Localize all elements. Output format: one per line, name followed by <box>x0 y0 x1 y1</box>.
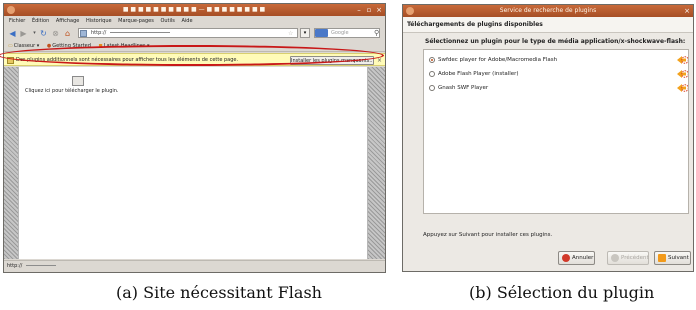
url-text: http:// <box>91 30 107 36</box>
plugin-prompt: Sélectionnez un plugin pour le type de m… <box>425 38 686 45</box>
reload-icon[interactable]: ↻ <box>39 29 48 38</box>
bookmark-star-icon[interactable]: ☆ <box>288 30 293 37</box>
window-menu-icon[interactable] <box>7 6 15 14</box>
maximize-icon[interactable]: ▫ <box>365 6 373 14</box>
next-label: Suivant <box>668 255 689 261</box>
menu-help[interactable]: Aide <box>181 18 192 24</box>
radio-unselected[interactable] <box>429 71 435 77</box>
url-redaction <box>109 32 170 33</box>
status-bar: http:// <box>4 260 385 272</box>
install-arrow-icon <box>677 56 688 64</box>
menu-file[interactable]: Fichier <box>9 18 25 24</box>
plugin-option-adobe[interactable]: Adobe Flash Player (installer) <box>429 68 669 80</box>
caption-a: (a) Site nécessitant Flash <box>116 283 322 302</box>
cancel-button[interactable]: Annuler <box>558 251 595 265</box>
previous-arrow-icon <box>611 254 619 262</box>
menu-history[interactable]: Historique <box>86 18 112 24</box>
plugin-option-swfdec[interactable]: Swfdec player for Adobe/Macromedia Flash <box>429 54 669 66</box>
stop-icon[interactable]: ⊗ <box>51 29 60 38</box>
home-icon[interactable]: ⌂ <box>63 29 72 38</box>
next-arrow-icon <box>658 254 666 262</box>
dialog-title: Service de recherche de plugins <box>499 7 597 14</box>
plugin-placeholder-text[interactable]: Cliquez ici pour télécharger le plugin. <box>25 87 165 96</box>
folder-icon: ▭ <box>8 43 13 49</box>
search-icon[interactable]: ⚲ <box>374 29 379 38</box>
menu-bookmarks[interactable]: Marque-pages <box>118 18 154 24</box>
plugin-option-label: Adobe Flash Player (installer) <box>438 71 519 77</box>
previous-label: Précédent <box>621 255 649 261</box>
next-button[interactable]: Suivant <box>654 251 691 265</box>
previous-button[interactable]: Précédent <box>607 251 649 265</box>
caption-b: (b) Sélection du plugin <box>469 283 655 302</box>
install-arrow-icon <box>677 84 688 92</box>
minimize-icon[interactable]: – <box>355 6 363 14</box>
menu-tools[interactable]: Outils <box>160 18 174 24</box>
page-background-right <box>368 67 385 259</box>
window-menu-icon[interactable] <box>406 7 414 15</box>
forward-icon[interactable]: ▶ <box>19 29 28 38</box>
close-icon[interactable]: × <box>375 6 383 14</box>
dialog-titlebar: Service de recherche de plugins × <box>403 5 693 17</box>
back-icon[interactable]: ◀ <box>8 29 17 38</box>
bookmark-classeur[interactable]: Classeur ▾ <box>14 43 40 49</box>
install-arrow-icon <box>677 70 688 78</box>
install-hint: Appuyez sur Suivant pour installer ces p… <box>423 232 553 238</box>
page-background-left <box>4 67 18 259</box>
cancel-icon <box>562 254 570 262</box>
menu-view[interactable]: Affichage <box>56 18 80 24</box>
plugin-option-gnash[interactable]: Gnash SWF Player <box>429 82 669 94</box>
page-content: Cliquez ici pour télécharger le plugin. <box>18 67 368 259</box>
menubar: Fichier Édition Affichage Historique Mar… <box>4 16 385 26</box>
plugin-list: Swfdec player for Adobe/Macromedia Flash… <box>423 49 689 214</box>
status-text: http:// <box>7 263 23 269</box>
cancel-label: Annuler <box>572 255 594 261</box>
plugin-option-label: Swfdec player for Adobe/Macromedia Flash <box>438 57 558 63</box>
plugin-finder-dialog: Service de recherche de plugins × Téléch… <box>402 4 694 272</box>
site-identity-icon[interactable] <box>80 30 87 37</box>
plugin-option-label: Gnash SWF Player <box>438 85 489 91</box>
navigation-toolbar: ◀ ▶ ▾ ↻ ⊗ ⌂ http:// ☆ ▾ Google ⚲ <box>4 26 385 40</box>
status-redaction <box>25 265 56 266</box>
url-bar[interactable]: http:// <box>78 28 298 38</box>
menu-edit[interactable]: Édition <box>32 18 49 24</box>
search-engine-icon[interactable] <box>315 29 328 37</box>
close-icon[interactable]: × <box>683 7 691 15</box>
titlebar: ■ ■ ■ ■ ■ ■ ■ ■ ■ ■ — ■ ■ ■ ■ ■ ■ ■ ■ – … <box>4 4 385 16</box>
window-title: ■ ■ ■ ■ ■ ■ ■ ■ ■ ■ — ■ ■ ■ ■ ■ ■ ■ ■ <box>122 6 266 13</box>
missing-plugin-icon[interactable] <box>72 76 84 86</box>
wizard-header: Téléchargements de plugins disponibles <box>403 17 693 33</box>
radio-unselected[interactable] <box>429 85 435 91</box>
url-dropdown-button[interactable]: ▾ <box>300 28 310 38</box>
history-dropdown-icon[interactable]: ▾ <box>30 29 39 38</box>
radio-selected[interactable] <box>429 57 435 63</box>
firefox-window: ■ ■ ■ ■ ■ ■ ■ ■ ■ ■ — ■ ■ ■ ■ ■ ■ ■ ■ – … <box>3 3 386 273</box>
highlight-oval <box>0 45 384 66</box>
